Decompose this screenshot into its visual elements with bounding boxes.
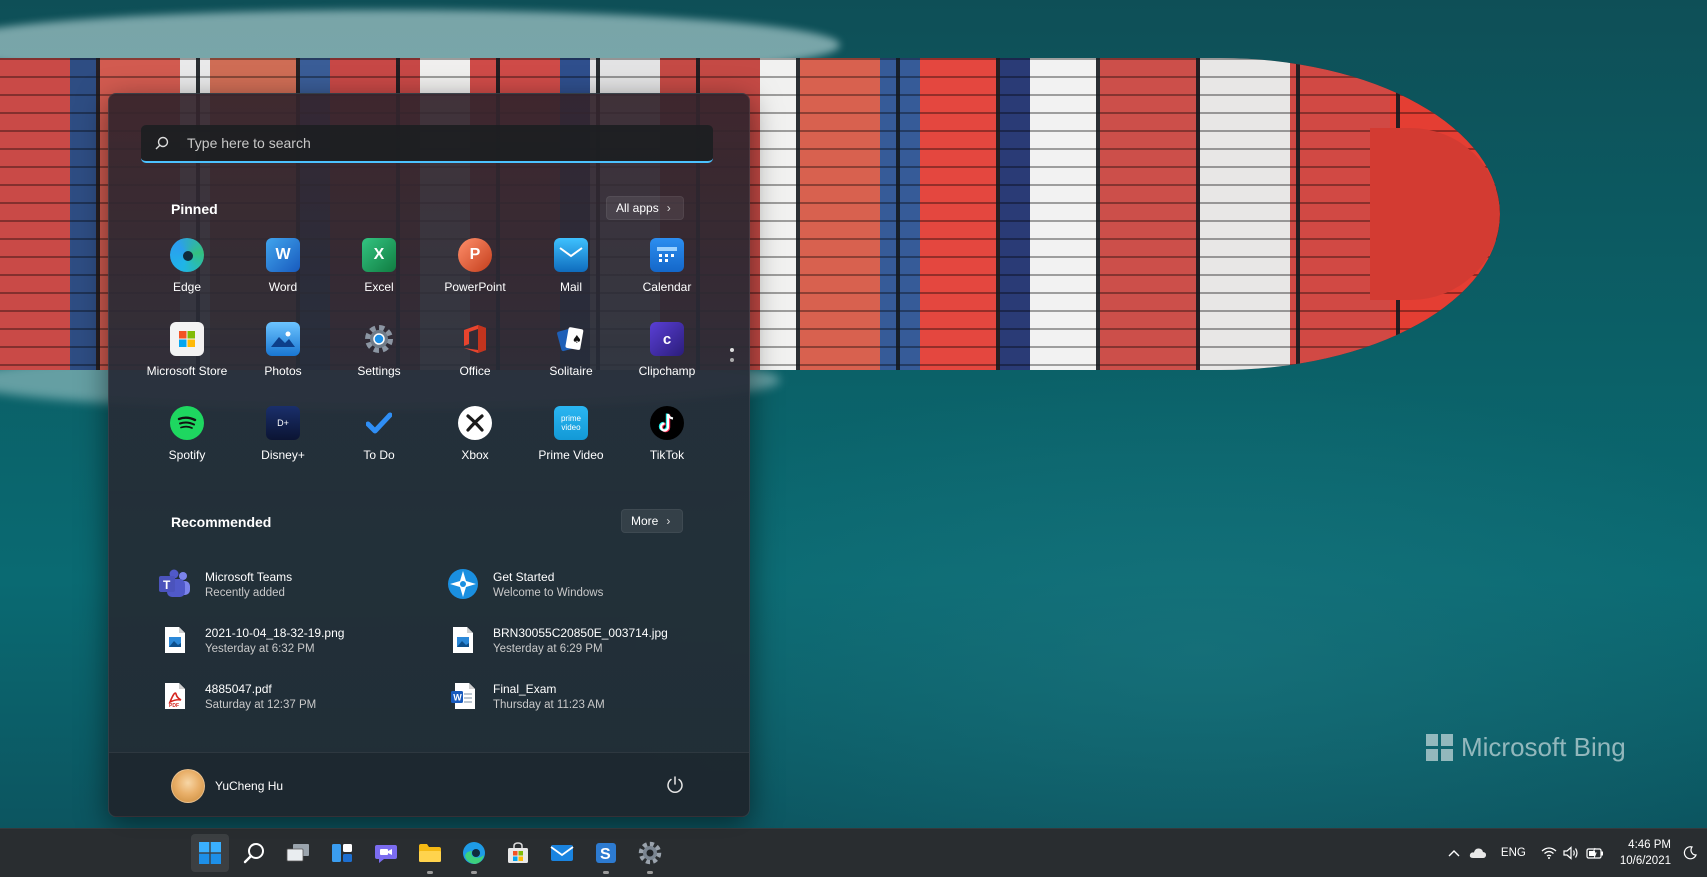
start-menu: Pinned All apps› Edge W Word X Excel P P… — [108, 93, 750, 817]
mail-icon[interactable] — [540, 829, 584, 877]
pinned-app-spotify[interactable]: Spotify — [139, 402, 235, 486]
svg-text:T: T — [163, 578, 171, 592]
pinned-app-calendar[interactable]: Calendar — [619, 234, 715, 318]
pinned-app-disney-plus[interactable]: D+ Disney+ — [235, 402, 331, 486]
edge-icon[interactable] — [452, 829, 496, 877]
spotify-icon — [170, 406, 204, 440]
pinned-app-settings[interactable]: Settings — [331, 318, 427, 402]
store-icon — [170, 322, 204, 356]
pinned-apps-grid: Edge W Word X Excel P PowerPoint Mail Ca… — [139, 234, 715, 486]
clipchamp-icon: c — [650, 322, 684, 356]
photos-icon — [266, 322, 300, 356]
recommended-item[interactable]: PDF 4885047.pdf Saturday at 12:37 PM — [157, 668, 445, 724]
checkmark-icon — [362, 406, 396, 440]
search-icon[interactable] — [232, 829, 276, 877]
solitaire-icon: ♠ — [554, 322, 588, 356]
excel-icon: X — [362, 238, 396, 272]
disney-plus-icon: D+ — [266, 406, 300, 440]
start-menu-footer: YuCheng Hu — [109, 752, 749, 817]
pinned-app-edge[interactable]: Edge — [139, 234, 235, 318]
bing-logo-icon — [1426, 733, 1453, 761]
focus-assist-icon[interactable] — [1679, 846, 1701, 860]
taskbar: S ENG 4:46 PM 10/6/2021 — [0, 828, 1707, 877]
chevron-right-icon: › — [666, 514, 671, 528]
search-icon — [155, 136, 185, 150]
chevron-up-icon[interactable] — [1443, 849, 1465, 857]
svg-text:♠: ♠ — [572, 333, 582, 346]
settings-icon[interactable] — [628, 829, 672, 877]
pinned-app-tiktok[interactable]: TikTok — [619, 402, 715, 486]
pinned-app-to-do[interactable]: To Do — [331, 402, 427, 486]
onedrive-icon[interactable] — [1465, 847, 1491, 859]
word-icon: W — [266, 238, 300, 272]
avatar — [171, 769, 205, 803]
power-icon[interactable] — [665, 775, 685, 795]
language-indicator[interactable]: ENG — [1501, 847, 1526, 859]
teams-icon: T — [157, 566, 193, 602]
pinned-title: Pinned — [171, 201, 218, 217]
settings-icon — [362, 322, 396, 356]
recommended-item[interactable]: T Microsoft Teams Recently added — [157, 556, 445, 612]
edge-icon — [170, 238, 204, 272]
pinned-app-mail[interactable]: Mail — [523, 234, 619, 318]
pinned-app-powerpoint[interactable]: P PowerPoint — [427, 234, 523, 318]
pinned-app-photos[interactable]: Photos — [235, 318, 331, 402]
pdf-file-icon: PDF — [157, 678, 193, 714]
volume-icon[interactable] — [1560, 846, 1582, 860]
wifi-icon[interactable] — [1538, 847, 1560, 859]
recommended-item[interactable]: 2021-10-04_18-32-19.png Yesterday at 6:32… — [157, 612, 445, 668]
pinned-app-excel[interactable]: X Excel — [331, 234, 427, 318]
tiktok-icon — [650, 406, 684, 440]
pinned-app-xbox[interactable]: Xbox — [427, 402, 523, 486]
office-icon — [458, 322, 492, 356]
get-started-icon — [445, 566, 481, 602]
search-box[interactable] — [141, 125, 713, 163]
pinned-app-prime-video[interactable]: prime video Prime Video — [523, 402, 619, 486]
recommended-list: T Microsoft Teams Recently added Get Star… — [157, 556, 717, 724]
pinned-app-word[interactable]: W Word — [235, 234, 331, 318]
windows-start-icon[interactable] — [188, 829, 232, 877]
svg-text:PDF: PDF — [169, 703, 179, 709]
all-apps-button[interactable]: All apps › — [606, 196, 684, 220]
search-input[interactable] — [185, 134, 713, 152]
clock-time: 4:46 PM — [1628, 839, 1671, 851]
battery-icon[interactable] — [1582, 847, 1608, 859]
image-file-icon — [445, 622, 481, 658]
snagit-icon[interactable]: S — [584, 829, 628, 877]
recommended-item[interactable]: Get Started Welcome to Windows — [445, 556, 717, 612]
pinned-app-office[interactable]: Office — [427, 318, 523, 402]
calendar-icon — [650, 238, 684, 272]
file-explorer-icon[interactable] — [408, 829, 452, 877]
taskbar-apps: S — [188, 829, 672, 877]
prime-video-icon: prime video — [554, 406, 588, 440]
clock-date: 10/6/2021 — [1619, 855, 1671, 867]
pinned-page-indicator[interactable] — [730, 348, 734, 362]
more-button[interactable]: More › — [621, 509, 684, 533]
task-view-icon[interactable] — [276, 829, 320, 877]
bing-watermark: Microsoft Bing — [1426, 730, 1626, 764]
pinned-app-microsoft-store[interactable]: Microsoft Store — [139, 318, 235, 402]
pinned-app-solitaire[interactable]: ♠ Solitaire — [523, 318, 619, 402]
store-icon[interactable] — [496, 829, 540, 877]
svg-text:W: W — [453, 693, 462, 703]
powerpoint-icon: P — [458, 238, 492, 272]
image-file-icon — [157, 622, 193, 658]
chat-icon[interactable] — [364, 829, 408, 877]
word-file-icon: W — [445, 678, 481, 714]
widgets-icon[interactable] — [320, 829, 364, 877]
recommended-item[interactable]: W Final_Exam Thursday at 11:23 AM — [445, 668, 717, 724]
svg-text:S: S — [600, 846, 611, 863]
mail-icon — [554, 238, 588, 272]
user-account-button[interactable]: YuCheng Hu — [171, 769, 283, 803]
chevron-right-icon: › — [666, 201, 671, 215]
system-tray: ENG 4:46 PM 10/6/2021 — [1443, 829, 1707, 877]
clock[interactable]: 4:46 PM 10/6/2021 — [1620, 837, 1671, 869]
recommended-item[interactable]: BRN30055C20850E_003714.jpg Yesterday at 6… — [445, 612, 717, 668]
recommended-title: Recommended — [171, 514, 272, 530]
pinned-app-clipchamp[interactable]: c Clipchamp — [619, 318, 715, 402]
xbox-icon — [458, 406, 492, 440]
